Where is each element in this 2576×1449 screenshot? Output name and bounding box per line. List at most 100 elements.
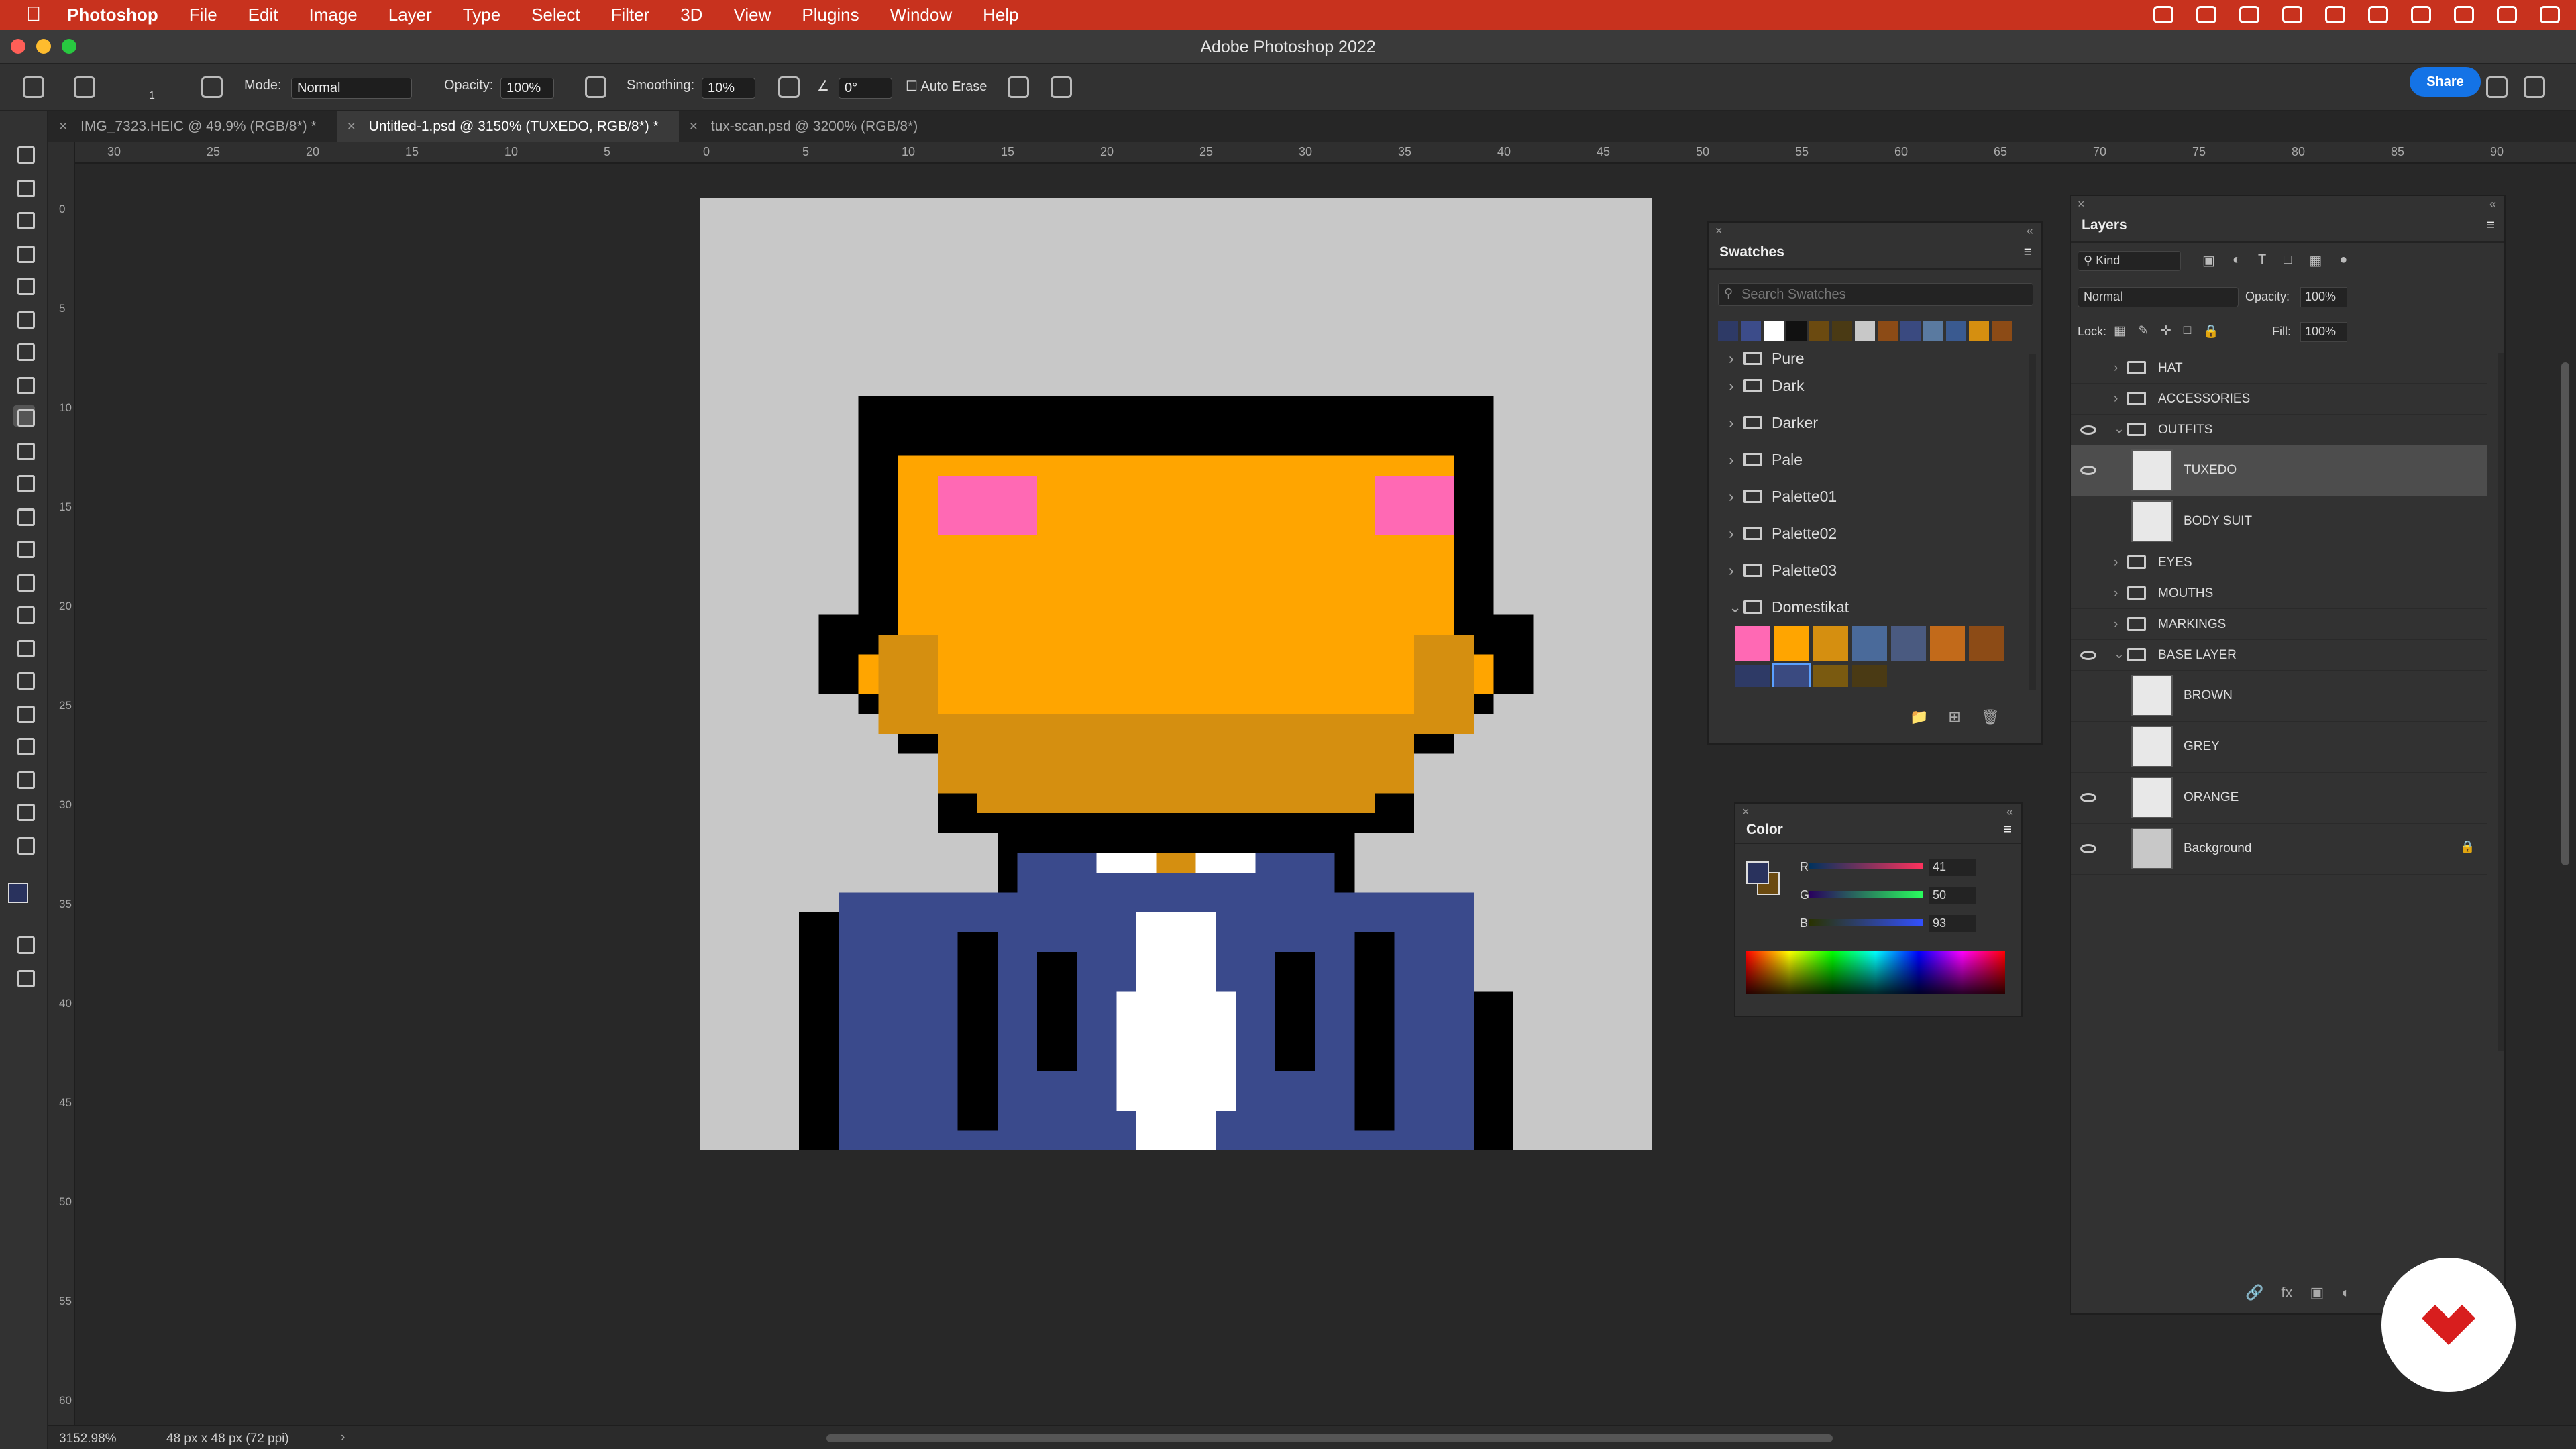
trash-icon[interactable]: 🗑 [1981,708,2000,726]
swatch-group-palette02[interactable]: › Palette02 [1709,515,2024,552]
cloud-icon[interactable] [2153,6,2174,23]
swatch[interactable] [1813,665,1848,687]
swatch[interactable] [1878,321,1898,341]
wifi-icon[interactable] [2411,6,2431,23]
layer-brown[interactable]: BROWN [2071,671,2487,722]
eye-icon[interactable] [2080,793,2096,802]
eye-icon[interactable] [2080,844,2096,853]
pencil-tool-icon[interactable] [74,76,95,98]
swatch[interactable] [1741,321,1761,341]
swatch[interactable] [1992,321,2012,341]
swatch[interactable] [1900,321,1921,341]
menu-view[interactable]: View [733,5,771,25]
swatch-group-palette03[interactable]: › Palette03 [1709,552,2024,589]
swatch-group-dark[interactable]: › Dark [1709,368,2024,405]
swatch[interactable] [1735,665,1770,687]
more-tools-icon[interactable] [13,833,35,855]
color-spectrum[interactable] [1746,951,2005,994]
layer-orange[interactable]: ORANGE [2071,773,2487,824]
angle-icon[interactable]: ∠ [817,78,829,95]
blend-mode-select[interactable]: Normal [2078,287,2239,307]
layer-opacity-field[interactable]: 100% [2300,287,2347,307]
swatch[interactable] [1735,626,1770,661]
tab-untitled-1[interactable]: × Untitled-1.psd @ 3150% (TUXEDO, RGB/8*)… [336,111,679,142]
eyedropper-tool-icon[interactable] [13,339,35,361]
foreground-color-swatch[interactable] [8,883,28,903]
panel-menu-icon[interactable]: ≡ [2487,208,2495,243]
r-slider[interactable] [1809,863,1923,869]
lock-all-icon[interactable]: 🔒 [2203,323,2219,339]
filter-smart-object-icon[interactable]: ▦ [2309,252,2322,269]
fill-field[interactable]: 100% [2300,322,2347,342]
add-mask-icon[interactable]: ▣ [2310,1284,2324,1301]
menu-type[interactable]: Type [463,5,500,25]
swatch[interactable] [1809,321,1829,341]
horizontal-ruler[interactable]: 30 25 20 15 10 5 0 5 10 15 20 25 30 35 40 45 50 55 60 65 70 7… [75,142,2576,164]
swatch[interactable] [1852,665,1887,687]
history-brush-tool-icon[interactable] [13,471,35,492]
swatch[interactable] [1813,626,1848,661]
layer-tuxedo[interactable]: TUXEDO [2071,445,2487,496]
display-icon[interactable] [2282,6,2302,23]
lasso-tool-icon[interactable] [13,208,35,229]
swatch-group-domestikat[interactable]: ⌄ Domestikat [1709,589,2024,626]
brush-size[interactable]: 1 [149,90,155,102]
layer-group-accessories[interactable]: › ACCESSORIES [2071,384,2487,415]
search-icon[interactable] [2486,76,2508,98]
filter-shape-icon[interactable]: □ [2284,252,2292,269]
lock-transparent-icon[interactable]: ▦ [2114,323,2126,339]
close-tab-icon[interactable]: × [690,111,698,142]
control-center-icon[interactable] [2497,6,2517,23]
layer-group-mouths[interactable]: › MOUTHS [2071,578,2487,609]
r-field[interactable]: 41 [1929,859,1976,876]
menu-plugins[interactable]: Plugins [802,5,859,25]
filter-toggle-icon[interactable]: ● [2339,252,2347,269]
g-field[interactable]: 50 [1929,887,1976,904]
lock-position-icon[interactable]: ✛ [2161,323,2171,339]
menu-select[interactable]: Select [531,5,580,25]
menu-help[interactable]: Help [983,5,1018,25]
path-selection-tool-icon[interactable] [13,702,35,723]
swatch-group-darker[interactable]: › Darker [1709,405,2024,441]
zoom-tool-icon[interactable] [13,800,35,821]
swatches-scrollbar[interactable] [2029,354,2036,690]
layer-background[interactable]: Background 🔒 [2071,824,2487,875]
swatch-group-pure[interactable]: › Pure [1709,352,2024,368]
foreground-color-swatch[interactable] [1746,861,1769,884]
color-title[interactable]: Color ≡ [1735,816,2021,844]
pencil-tool-icon[interactable] [13,405,35,427]
layer-grey[interactable]: GREY [2071,722,2487,773]
quick-mask-icon[interactable] [13,932,35,954]
eye-icon[interactable] [2080,425,2096,435]
swatches-title[interactable]: Swatches ≡ [1709,235,2041,270]
swatch[interactable] [1774,626,1809,661]
tab-tux-scan[interactable]: × tux-scan.psd @ 3200% (RGB/8*) [679,111,938,142]
layer-group-base-layer[interactable]: ⌄ BASE LAYER [2071,640,2487,671]
layer-group-hat[interactable]: › HAT [2071,353,2487,384]
swatch-group-pale[interactable]: › Pale [1709,441,2024,478]
layer-group-outfits[interactable]: ⌄ OUTFITS [2071,415,2487,445]
pressure-size-icon[interactable] [1008,76,1029,98]
siri-icon[interactable] [2540,6,2560,23]
b-field[interactable]: 93 [1929,915,1976,932]
new-swatch-icon[interactable]: ⊞ [1948,708,1960,726]
swatch[interactable] [1891,626,1926,661]
vertical-ruler[interactable]: 0 5 10 15 20 25 30 35 40 45 50 55 60 [48,142,75,1430]
fx-icon[interactable]: fx [2281,1284,2292,1301]
eye-icon[interactable] [2080,651,2096,660]
angle-field[interactable]: 0° [839,78,892,99]
swatch[interactable] [1718,321,1738,341]
marquee-tool-icon[interactable] [13,176,35,197]
collapse-panel-icon[interactable]: « [2489,197,2496,211]
workspace-icon[interactable] [2524,76,2545,98]
menu-file[interactable]: File [189,5,217,25]
location-icon[interactable] [2239,6,2259,23]
type-tool-icon[interactable] [13,668,35,690]
symmetry-icon[interactable] [1051,76,1072,98]
lock-image-icon[interactable]: ✎ [2138,323,2149,339]
tab-img-7323[interactable]: × IMG_7323.HEIC @ 49.9% (RGB/8*) * [48,111,337,142]
eye-icon[interactable] [2080,466,2096,475]
keyboard-icon[interactable] [2368,6,2388,23]
menu-3d[interactable]: 3D [680,5,702,25]
hand-tool-icon[interactable] [13,767,35,789]
